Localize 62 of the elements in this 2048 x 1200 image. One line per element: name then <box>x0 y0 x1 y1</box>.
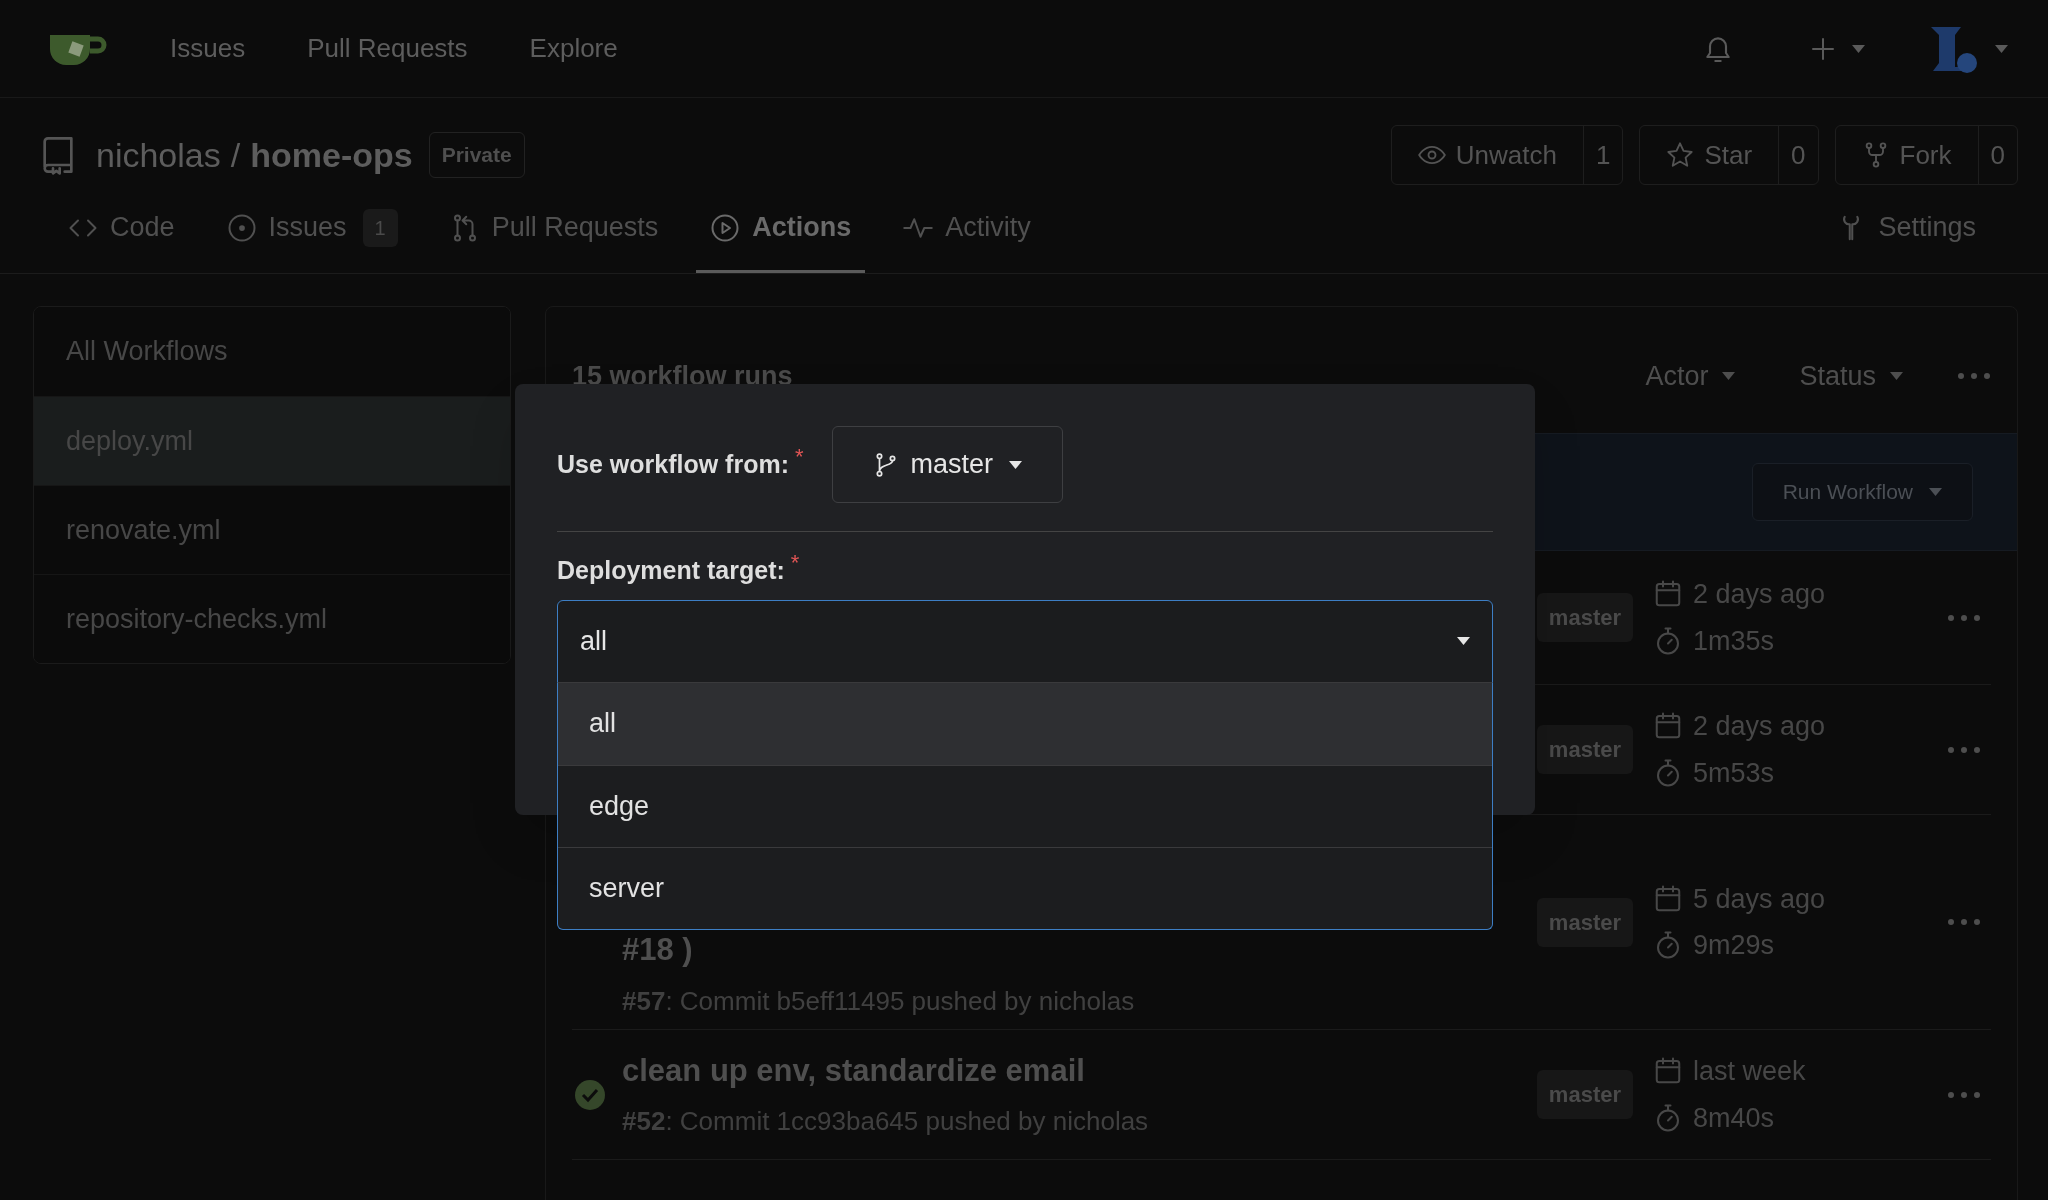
tab[interactable]: Settings <box>1822 185 1990 273</box>
tab[interactable]: Actions <box>696 185 866 273</box>
field-label: Use workflow from: <box>557 448 789 480</box>
run-duration: 1m35s <box>1693 624 1775 658</box>
caret-icon <box>1995 44 2008 53</box>
sidebar-item[interactable]: repository-checks.yml <box>34 574 510 663</box>
more-options-button[interactable] <box>1947 918 1981 926</box>
run-duration: 9m29s <box>1693 929 1775 962</box>
star-count[interactable]: 0 <box>1779 126 1818 184</box>
issues-icon <box>226 212 257 243</box>
caret-icon <box>1457 637 1470 645</box>
run-title-link[interactable]: clean up env, standardize email <box>622 1047 1149 1095</box>
caret-icon <box>1929 488 1942 496</box>
filter-dropdown[interactable]: Status <box>1799 355 1903 397</box>
fork-button[interactable]: Fork <box>1835 126 1979 184</box>
run-duration: 8m40s <box>1693 1101 1775 1135</box>
tab[interactable]: Pull Requests <box>435 185 673 273</box>
caret-icon <box>1852 44 1865 53</box>
watch-button[interactable]: Unwatch <box>1391 126 1584 184</box>
more-icon <box>1957 372 1991 380</box>
field-label: Deployment target: <box>557 555 785 586</box>
path-separator: / <box>230 134 241 176</box>
run-workflow-button[interactable]: Run Workflow <box>1751 463 1973 521</box>
dropdown-option[interactable]: edge <box>558 764 1492 847</box>
more-options-button[interactable] <box>1947 745 1981 754</box>
actions-icon <box>710 212 741 243</box>
star-icon <box>1666 141 1695 169</box>
watch-count[interactable]: 1 <box>1583 126 1623 184</box>
run-date: 5 days ago <box>1693 882 1826 916</box>
visibility-badge: Private <box>428 132 525 178</box>
repo-name-link[interactable]: home-ops <box>250 129 413 181</box>
star-button[interactable]: Star <box>1640 126 1780 184</box>
filter-dropdown[interactable]: Actor <box>1645 355 1736 397</box>
caret-icon <box>1722 372 1736 380</box>
nav-link[interactable]: Pull Requests <box>307 29 468 68</box>
run-date: 2 days ago <box>1693 710 1826 743</box>
calendar-icon <box>1653 883 1683 914</box>
caret-icon <box>1890 372 1903 380</box>
required-mark: * <box>790 549 800 577</box>
caret-icon <box>1009 460 1023 469</box>
run-date: last week <box>1693 1055 1806 1088</box>
branch-select-button[interactable]: master <box>831 426 1064 503</box>
nav-link[interactable]: Explore <box>529 29 618 68</box>
tab[interactable]: Activity <box>889 185 1045 273</box>
fork-count[interactable]: 0 <box>1978 126 2017 184</box>
select-field[interactable]: all <box>557 599 1493 683</box>
more-options-button[interactable] <box>1947 613 1981 622</box>
more-options-button[interactable] <box>1947 1090 1981 1099</box>
dropdown-option[interactable]: server <box>558 846 1492 929</box>
more-icon <box>1947 745 1981 754</box>
repo-owner-link[interactable]: nicholas <box>96 129 221 181</box>
run-duration: 5m53s <box>1693 756 1775 790</box>
more-icon <box>1947 918 1981 926</box>
nav-link[interactable]: Issues <box>170 29 246 68</box>
more-icon <box>1947 1090 1981 1099</box>
tab[interactable]: Code <box>54 185 189 273</box>
more-icon <box>1947 613 1981 622</box>
dropdown-option[interactable]: all <box>558 682 1492 765</box>
run-title-link[interactable]: #18 ) <box>622 927 1135 974</box>
more-options-button[interactable] <box>1957 372 1991 380</box>
run-date: 2 days ago <box>1693 578 1826 611</box>
required-mark: * <box>795 442 804 471</box>
